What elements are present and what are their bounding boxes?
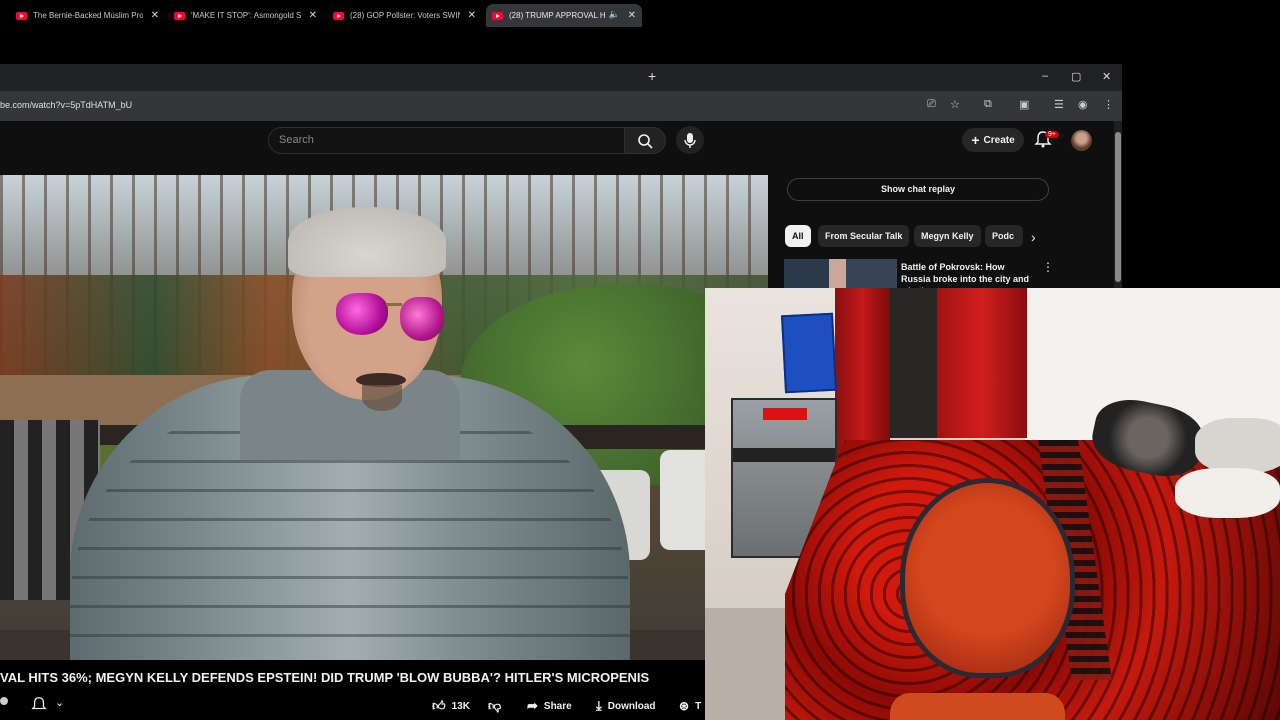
url-field[interactable]: be.com/watch?v=5pTdHATM_bU bbox=[0, 100, 132, 110]
show-chat-replay-button[interactable]: Show chat replay bbox=[787, 178, 1049, 201]
chevron-down-icon: ⌄ bbox=[55, 697, 65, 709]
close-tab-icon[interactable]: ✕ bbox=[468, 10, 476, 21]
video-person-hair bbox=[288, 207, 446, 277]
fridge-sticker bbox=[763, 408, 807, 420]
create-button[interactable]: + Create bbox=[962, 128, 1024, 152]
recommended-video-thumbnail[interactable] bbox=[784, 259, 897, 288]
download-button[interactable]: ⤓ Download bbox=[596, 695, 656, 717]
close-window-button[interactable]: ✕ bbox=[1102, 70, 1111, 83]
media-control-icon[interactable]: ☰ bbox=[1054, 98, 1064, 111]
video-title: VAL HITS 36%; MEGYN KELLY DEFENDS EPSTEI… bbox=[0, 670, 650, 685]
thumbs-up-icon: 👍︎ bbox=[432, 698, 446, 713]
browser-tab-2[interactable]: 'MAKE IT STOP': Asmongold Sh ✕ bbox=[168, 4, 323, 27]
close-tab-icon[interactable]: ✕ bbox=[151, 10, 159, 21]
chip-podcasts[interactable]: Podc bbox=[985, 225, 1023, 247]
share-icon: ➦ bbox=[527, 698, 538, 713]
screen: The Bernie-Backed Muslim Pro ✕ 'MAKE IT … bbox=[0, 0, 1280, 720]
video-person-beard bbox=[362, 385, 402, 411]
youtube-icon bbox=[16, 11, 27, 20]
tab-title: 'MAKE IT STOP': Asmongold Sh bbox=[191, 11, 301, 20]
thanks-icon: ⊛ bbox=[679, 699, 690, 713]
download-icon: ⤓ bbox=[596, 698, 602, 713]
youtube-icon bbox=[492, 11, 503, 20]
tab-bar bbox=[0, 64, 1122, 91]
close-tab-icon[interactable]: ✕ bbox=[309, 10, 317, 21]
thanks-button[interactable]: ⊛ T bbox=[679, 695, 701, 717]
bookmark-star-icon[interactable]: ☆ bbox=[950, 98, 960, 111]
chevron-right-icon[interactable]: › bbox=[1031, 229, 1036, 245]
tab-title: (28) TRUMP APPROVAL HIT bbox=[509, 11, 605, 20]
webcam-blue-box bbox=[780, 312, 838, 394]
scrollbar-thumb[interactable] bbox=[1115, 132, 1121, 282]
search-button[interactable] bbox=[624, 127, 666, 154]
sunglasses-right-lens bbox=[400, 297, 444, 341]
plus-icon: + bbox=[971, 132, 980, 148]
webcam-red-curtain bbox=[937, 288, 1027, 438]
webcam-overlay bbox=[705, 288, 1280, 720]
thumbs-down-icon: 👎︎ bbox=[488, 698, 502, 713]
sidebar-icon[interactable]: ▣ bbox=[1019, 98, 1029, 111]
fridge-band bbox=[733, 448, 835, 462]
share-label: Share bbox=[543, 700, 572, 712]
minimize-button[interactable]: – bbox=[1042, 70, 1048, 82]
maximize-button[interactable]: ▢ bbox=[1071, 70, 1081, 83]
new-tab-button[interactable]: + bbox=[648, 68, 656, 84]
search-input[interactable]: Search bbox=[268, 127, 626, 154]
like-button[interactable]: 👍︎ 13K bbox=[432, 695, 470, 717]
search-icon bbox=[638, 134, 653, 149]
more-options-icon[interactable]: ⋮ bbox=[1042, 260, 1054, 274]
bell-icon bbox=[31, 697, 47, 710]
chip-megyn-kelly[interactable]: Megyn Kelly bbox=[914, 225, 981, 247]
download-label: Download bbox=[607, 700, 656, 712]
extensions-icon[interactable]: ⧉ bbox=[984, 98, 992, 111]
browser-tab-1[interactable]: The Bernie-Backed Muslim Pro ✕ bbox=[10, 4, 165, 27]
speaker-icon[interactable]: 🔈 bbox=[609, 9, 620, 20]
subscription-bell-button[interactable]: ⌄ bbox=[31, 696, 64, 715]
channel-avatar[interactable] bbox=[0, 697, 8, 705]
account-avatar[interactable] bbox=[1071, 130, 1092, 151]
webcam-chair-seat bbox=[890, 693, 1065, 720]
browser-tab-3[interactable]: (28) GOP Pollster: Voters SWIN ✕ bbox=[327, 4, 482, 27]
profile-icon[interactable]: ◉ bbox=[1078, 98, 1088, 111]
tab-title: (28) GOP Pollster: Voters SWIN bbox=[350, 11, 460, 20]
webcam-chair-back bbox=[900, 478, 1075, 678]
microphone-icon bbox=[684, 133, 696, 148]
menu-icon[interactable]: ⋮ bbox=[1103, 98, 1114, 111]
webcam-pillow bbox=[1195, 418, 1280, 473]
chip-from-secular-talk[interactable]: From Secular Talk bbox=[818, 225, 910, 247]
share-button[interactable]: ➦ Share bbox=[527, 695, 572, 717]
chip-all[interactable]: All bbox=[785, 225, 811, 247]
install-app-icon[interactable]: ⎚ bbox=[927, 98, 936, 111]
youtube-icon bbox=[174, 11, 185, 20]
thanks-label: T bbox=[695, 700, 702, 712]
sunglasses-left-lens bbox=[336, 293, 388, 335]
webcam-white-cloth bbox=[1175, 468, 1280, 518]
video-player[interactable] bbox=[0, 175, 768, 660]
youtube-icon bbox=[333, 11, 344, 20]
dislike-button[interactable]: 👎︎ bbox=[488, 695, 501, 717]
voice-search-button[interactable] bbox=[676, 126, 704, 154]
close-tab-icon[interactable]: ✕ bbox=[628, 10, 636, 21]
like-count: 13K bbox=[451, 700, 470, 712]
sunglasses-bridge bbox=[386, 303, 402, 306]
notification-count-badge: 9+ bbox=[1045, 131, 1059, 138]
create-label: Create bbox=[983, 134, 1015, 146]
tab-title: The Bernie-Backed Muslim Pro bbox=[33, 11, 143, 20]
browser-tab-4-active[interactable]: (28) TRUMP APPROVAL HIT 🔈 ✕ bbox=[486, 4, 642, 27]
